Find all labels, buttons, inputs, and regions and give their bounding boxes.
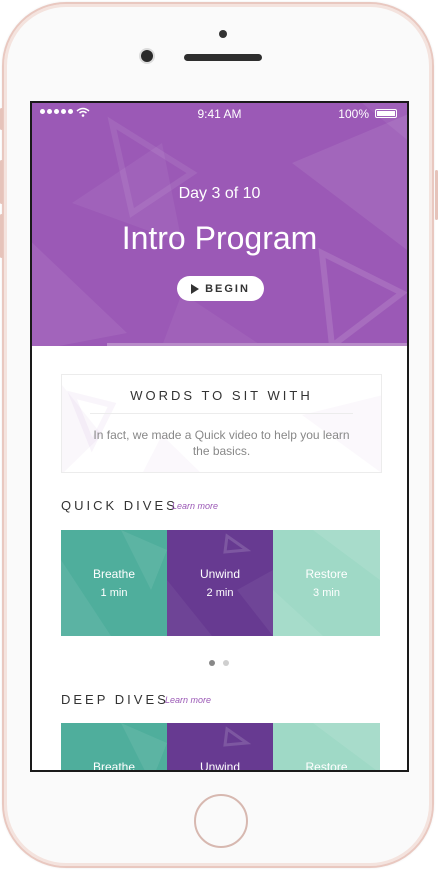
tile-name: Unwind: [199, 760, 241, 772]
progress-line: [107, 343, 407, 346]
volume-up-button: [0, 160, 3, 204]
quick-dives-title: QUICK DIVES: [61, 498, 178, 513]
quick-dives-row: Breathe 1 min Unwind 2 min Restore 3 min: [61, 530, 380, 636]
proximity-sensor: [219, 30, 227, 38]
play-icon: [191, 283, 200, 294]
page-dot-active[interactable]: [209, 660, 215, 666]
quick-dives-learn-more-link[interactable]: Learn more: [172, 501, 218, 511]
tile-duration: 2 min: [206, 587, 234, 599]
deep-dive-restore-tile[interactable]: Restore: [273, 723, 380, 772]
battery-icon: [375, 109, 397, 118]
words-title: WORDS TO SIT WITH: [130, 388, 313, 403]
tile-name: Unwind: [199, 567, 241, 581]
tile-name: Restore: [305, 760, 348, 772]
tile-name: Breathe: [92, 760, 136, 772]
home-button[interactable]: [194, 794, 248, 848]
quick-dive-restore-tile[interactable]: Restore 3 min: [273, 530, 380, 636]
begin-label: BEGIN: [205, 282, 250, 295]
program-day: Day 3 of 10: [178, 185, 261, 202]
tile-name: Breathe: [92, 567, 136, 581]
app-screen: 9:41 AM 100% Day 3 of 10 Intro Program B…: [30, 101, 409, 772]
divider: [90, 413, 353, 414]
quick-dive-breathe-tile[interactable]: Breathe 1 min: [61, 530, 167, 636]
deep-dives-row: Breathe Unwind Restore: [61, 723, 380, 772]
tile-duration: 1 min: [100, 587, 128, 599]
triangle-pattern: [273, 530, 380, 636]
tile-name: Restore: [305, 567, 348, 581]
words-text: In fact, we made a Quick video to help y…: [93, 428, 350, 458]
volume-down-button: [0, 214, 3, 258]
status-bar: 9:41 AM 100%: [32, 103, 407, 125]
deep-dives-learn-more-link[interactable]: Learn more: [165, 695, 211, 705]
quick-dive-unwind-tile[interactable]: Unwind 2 min: [167, 530, 273, 636]
words-to-sit-with-card: WORDS TO SIT WITH In fact, we made a Qui…: [61, 374, 382, 473]
triangle-pattern: [61, 530, 167, 636]
carousel-pagination: [209, 660, 229, 666]
battery-percentage: 100%: [338, 107, 369, 121]
deep-dive-unwind-tile[interactable]: Unwind: [167, 723, 273, 772]
begin-button[interactable]: BEGIN: [177, 276, 264, 301]
deep-dive-breathe-tile[interactable]: Breathe: [61, 723, 167, 772]
triangle-pattern: [167, 533, 273, 636]
tile-duration: 3 min: [313, 587, 340, 599]
mute-switch: [0, 108, 3, 130]
deep-dives-title: DEEP DIVES: [61, 692, 169, 707]
earpiece-speaker: [184, 54, 262, 61]
camera-icon: [141, 50, 153, 62]
program-title: Intro Program: [121, 220, 318, 256]
hero-banner: 9:41 AM 100% Day 3 of 10 Intro Program B…: [32, 103, 407, 346]
page-dot[interactable]: [223, 660, 229, 666]
